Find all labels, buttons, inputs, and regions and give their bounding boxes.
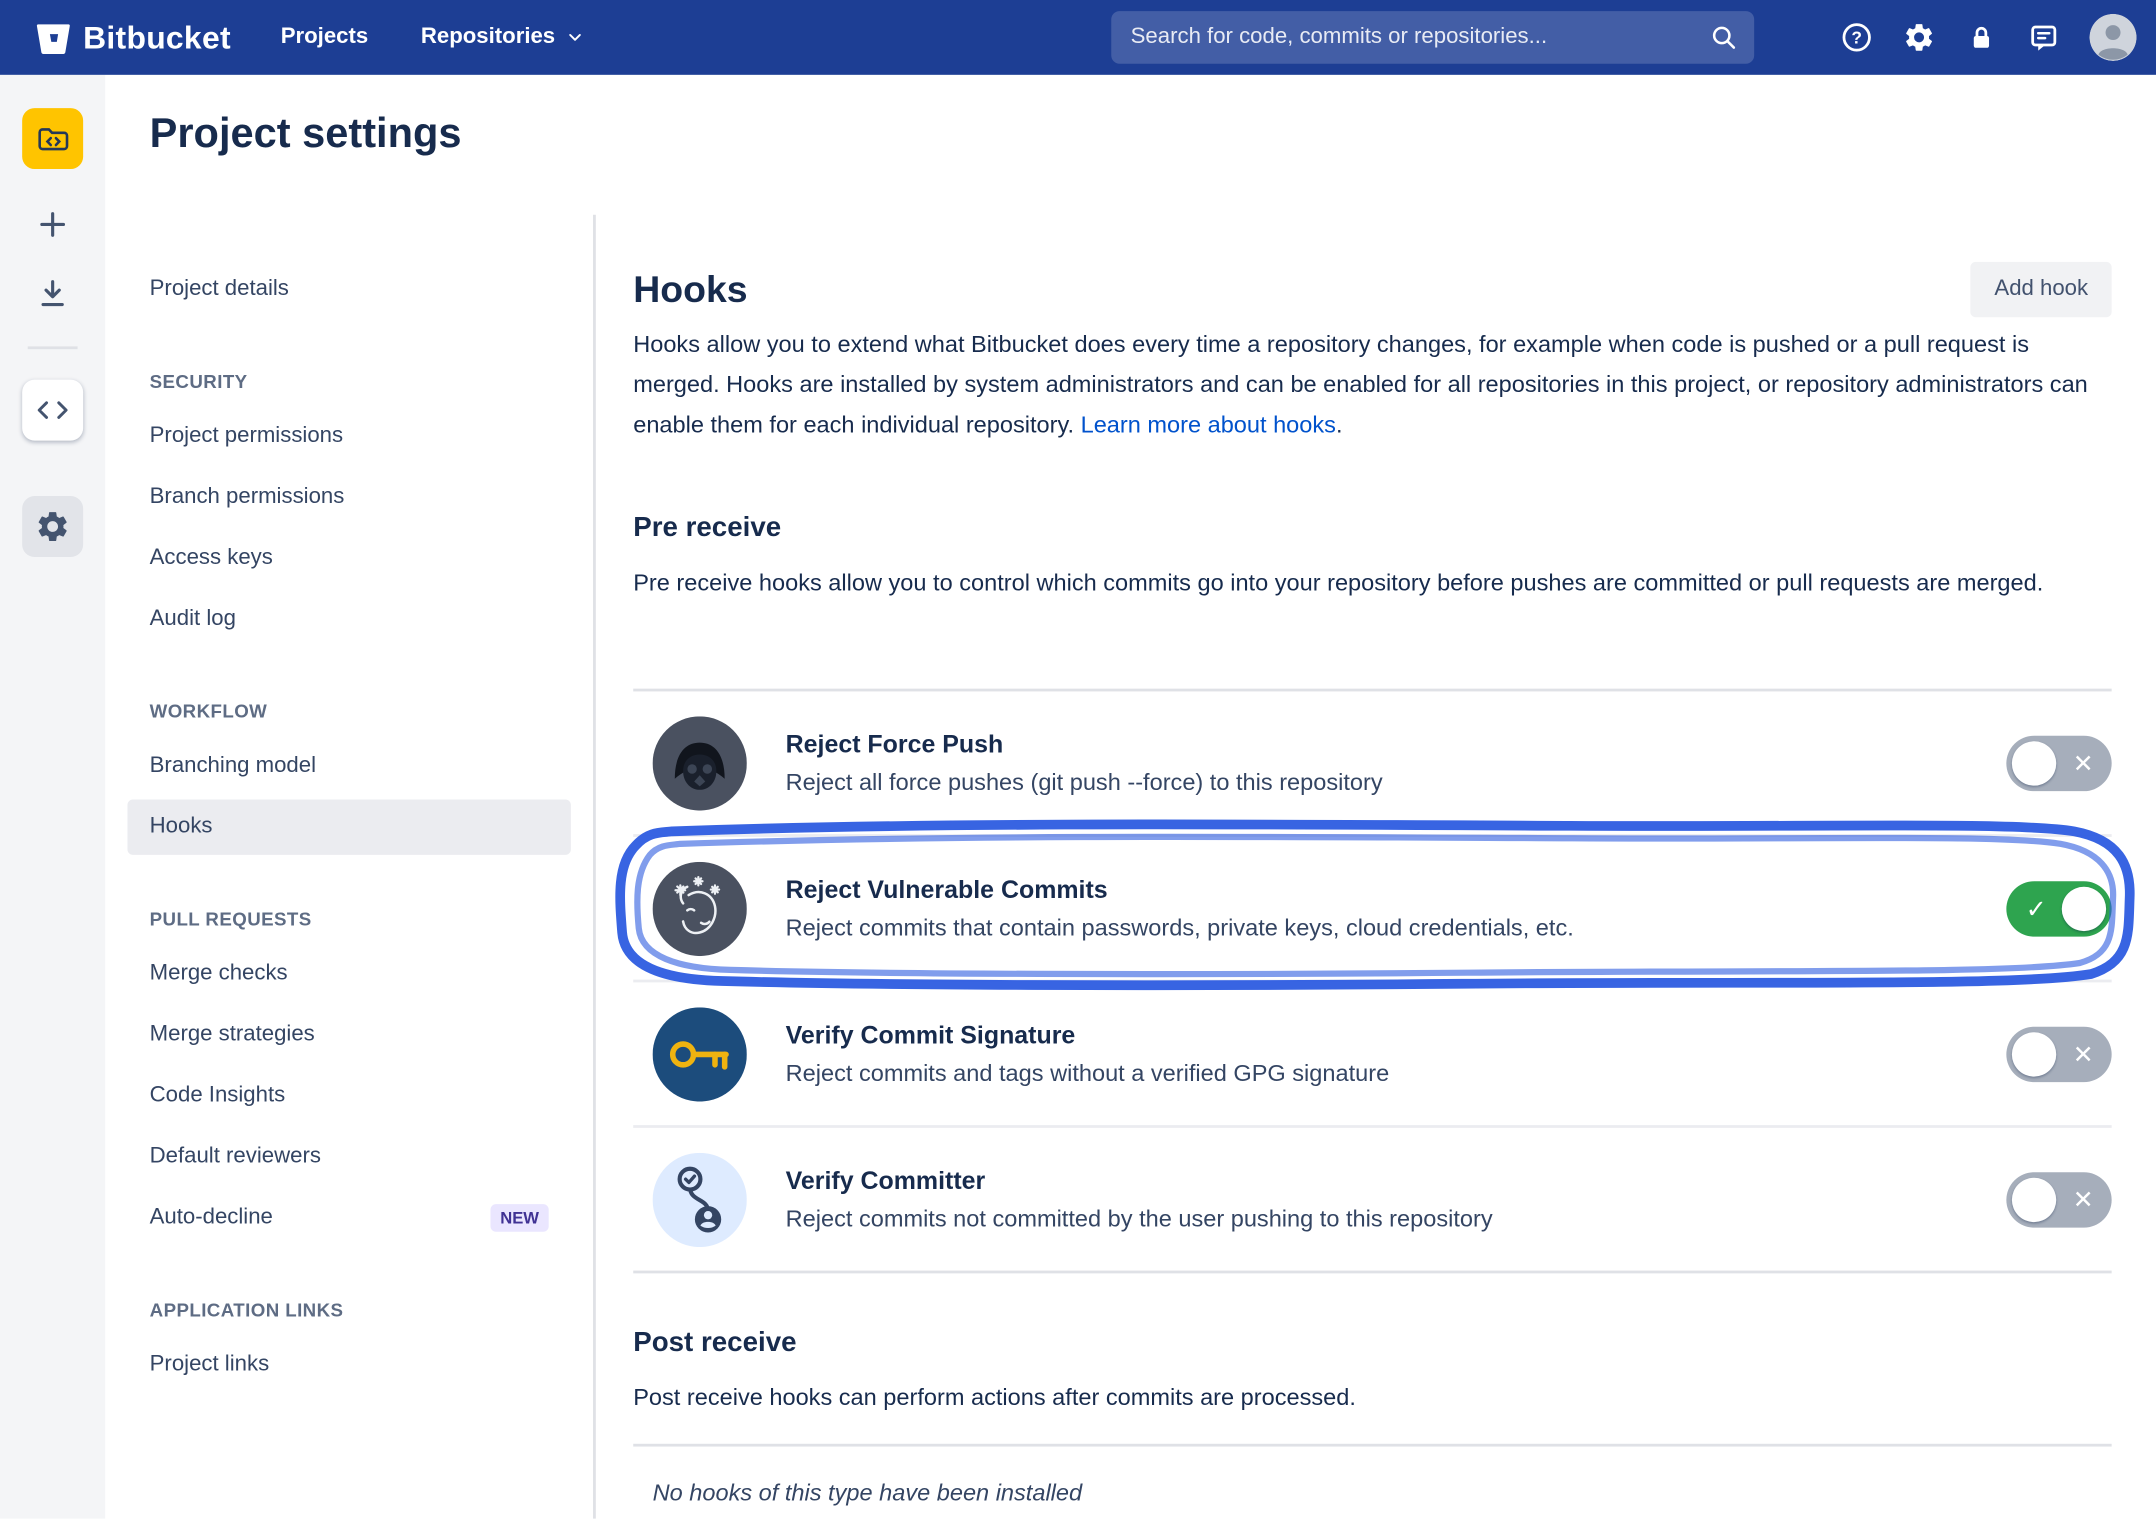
gear-icon[interactable] — [1902, 21, 1935, 54]
sidebar-item-audit-log[interactable]: Audit log — [127, 592, 570, 647]
hook-description: Reject commits not committed by the user… — [786, 1205, 2007, 1233]
toggle-knob — [2012, 741, 2056, 785]
post-receive-heading: Post receive — [633, 1327, 796, 1359]
navbar-actions: ? — [1840, 0, 2137, 75]
page-title: Project settings — [150, 111, 462, 158]
panel-divider — [593, 215, 595, 1519]
face-stars-icon — [653, 861, 747, 955]
cross-icon: ✕ — [2073, 1172, 2094, 1227]
hooks-heading: Hooks — [633, 268, 747, 311]
repository-code-tile[interactable] — [22, 380, 83, 441]
plus-icon — [35, 206, 71, 242]
gear-icon — [35, 509, 71, 545]
hook-name: Reject Vulnerable Commits — [786, 875, 2007, 904]
add-hook-button[interactable]: Add hook — [1971, 262, 2112, 317]
post-receive-description: Post receive hooks can perform actions a… — [633, 1377, 2111, 1417]
post-receive-divider — [633, 1444, 2111, 1447]
hook-toggle-off[interactable]: ✕ — [2006, 1172, 2111, 1227]
app-rail — [0, 75, 105, 1519]
hook-row-verify-committer: Verify Committer Reject commits not comm… — [633, 1128, 2111, 1273]
hook-row-verify-commit-signature: Verify Commit Signature Reject commits a… — [633, 982, 2111, 1127]
hooks-intro-text: Hooks allow you to extend what Bitbucket… — [633, 331, 2088, 438]
sidebar-item-merge-strategies[interactable]: Merge strategies — [127, 1007, 570, 1062]
pre-receive-description: Pre receive hooks allow you to control w… — [633, 563, 2111, 603]
post-receive-empty-message: No hooks of this type have been installe… — [653, 1480, 1083, 1508]
new-badge: NEW — [491, 1204, 549, 1232]
settings-sidebar: Project settings Project details SECURIT… — [105, 75, 593, 1519]
lock-icon[interactable] — [1965, 21, 1998, 54]
hook-description: Reject commits and tags without a verifi… — [786, 1059, 2007, 1087]
top-navbar: Bitbucket Projects Repositories ? — [0, 0, 2156, 75]
cross-icon: ✕ — [2073, 1026, 2094, 1081]
hook-row-reject-vulnerable-commits: Reject Vulnerable Commits Reject commits… — [633, 837, 2111, 982]
sidebar-item-code-insights[interactable]: Code Insights — [127, 1068, 570, 1123]
hook-info: Reject Vulnerable Commits Reject commits… — [786, 875, 2007, 942]
hooks-intro: Hooks allow you to extend what Bitbucket… — [633, 324, 2111, 445]
sidebar-section-workflow: WORKFLOW — [127, 683, 570, 738]
hook-name: Reject Force Push — [786, 730, 2007, 759]
hook-description: Reject commits that contain passwords, p… — [786, 914, 2007, 942]
bitbucket-app: Bitbucket Projects Repositories ? — [0, 0, 2156, 1519]
settings-tile-active[interactable] — [22, 496, 83, 557]
create-button[interactable] — [32, 204, 74, 246]
clone-download-button[interactable] — [32, 273, 74, 315]
sidebar-section-pull-requests: PULL REQUESTS — [127, 891, 570, 946]
bitbucket-logo[interactable]: Bitbucket — [36, 19, 231, 56]
hook-toggle-off[interactable]: ✕ — [2006, 735, 2111, 790]
sidebar-section-security: SECURITY — [127, 353, 570, 408]
help-icon[interactable]: ? — [1840, 21, 1873, 54]
sidebar-item-auto-decline[interactable]: Auto-decline NEW — [127, 1190, 570, 1245]
nav-repositories[interactable]: Repositories — [421, 25, 584, 50]
hook-description: Reject all force pushes (git push --forc… — [786, 768, 2007, 796]
hooks-settings-panel: Hooks Add hook Hooks allow you to extend… — [633, 75, 2111, 1519]
hook-row-reject-force-push: Reject Force Push Reject all force pushe… — [633, 691, 2111, 836]
pre-receive-hook-list: Reject Force Push Reject all force pushe… — [633, 689, 2111, 1274]
search-input[interactable] — [1111, 11, 1754, 64]
sidebar-item-access-keys[interactable]: Access keys — [127, 531, 570, 586]
hook-info: Reject Force Push Reject all force pushe… — [786, 730, 2007, 797]
hook-toggle-off[interactable]: ✕ — [2006, 1026, 2111, 1081]
sidebar-item-project-permissions[interactable]: Project permissions — [127, 409, 570, 464]
check-icon: ✓ — [2026, 881, 2047, 936]
sidebar-section-application-links: APPLICATION LINKS — [127, 1282, 570, 1337]
sidebar-item-default-reviewers[interactable]: Default reviewers — [127, 1129, 570, 1184]
brand-name: Bitbucket — [83, 19, 231, 56]
sidebar-item-hooks[interactable]: Hooks — [127, 799, 570, 854]
sidebar-item-project-links[interactable]: Project links — [127, 1337, 570, 1392]
bitbucket-mark-icon — [36, 20, 71, 55]
download-icon — [35, 276, 71, 312]
nav-projects[interactable]: Projects — [281, 25, 368, 50]
hook-info: Verify Committer Reject commits not comm… — [786, 1166, 2007, 1233]
toggle-knob — [2012, 1177, 2056, 1221]
hook-name: Verify Commit Signature — [786, 1020, 2007, 1049]
learn-more-link[interactable]: Learn more about hooks — [1081, 412, 1336, 438]
svg-text:?: ? — [1851, 28, 1862, 48]
sidebar-item-branch-permissions[interactable]: Branch permissions — [127, 470, 570, 525]
chevron-down-icon — [565, 28, 584, 47]
cross-icon: ✕ — [2073, 735, 2094, 790]
hook-toggle-on[interactable]: ✓ — [2006, 881, 2111, 936]
darth-vader-icon — [653, 716, 747, 810]
toggle-knob — [2062, 886, 2106, 930]
committer-icon — [653, 1152, 747, 1246]
hook-name: Verify Committer — [786, 1166, 2007, 1195]
user-avatar[interactable] — [2089, 14, 2136, 61]
pre-receive-heading: Pre receive — [633, 513, 781, 545]
navbar-links: Projects Repositories — [281, 25, 585, 50]
sidebar-item-project-details[interactable]: Project details — [127, 262, 570, 317]
sidebar-item-branching-model[interactable]: Branching model — [127, 739, 570, 794]
hook-info: Verify Commit Signature Reject commits a… — [786, 1020, 2007, 1087]
rail-divider — [28, 346, 78, 349]
feedback-icon[interactable] — [2027, 21, 2060, 54]
global-search — [1111, 11, 1754, 64]
hooks-intro-suffix: . — [1336, 412, 1343, 438]
key-icon — [653, 1007, 747, 1101]
hooks-header: Hooks Add hook — [633, 262, 2111, 317]
settings-nav: Project details SECURITY Project permiss… — [105, 262, 593, 1398]
toggle-knob — [2012, 1032, 2056, 1076]
project-avatar-tile[interactable] — [22, 108, 83, 169]
folder-code-icon — [34, 120, 71, 157]
sidebar-item-merge-checks[interactable]: Merge checks — [127, 946, 570, 1001]
code-icon — [32, 389, 74, 431]
